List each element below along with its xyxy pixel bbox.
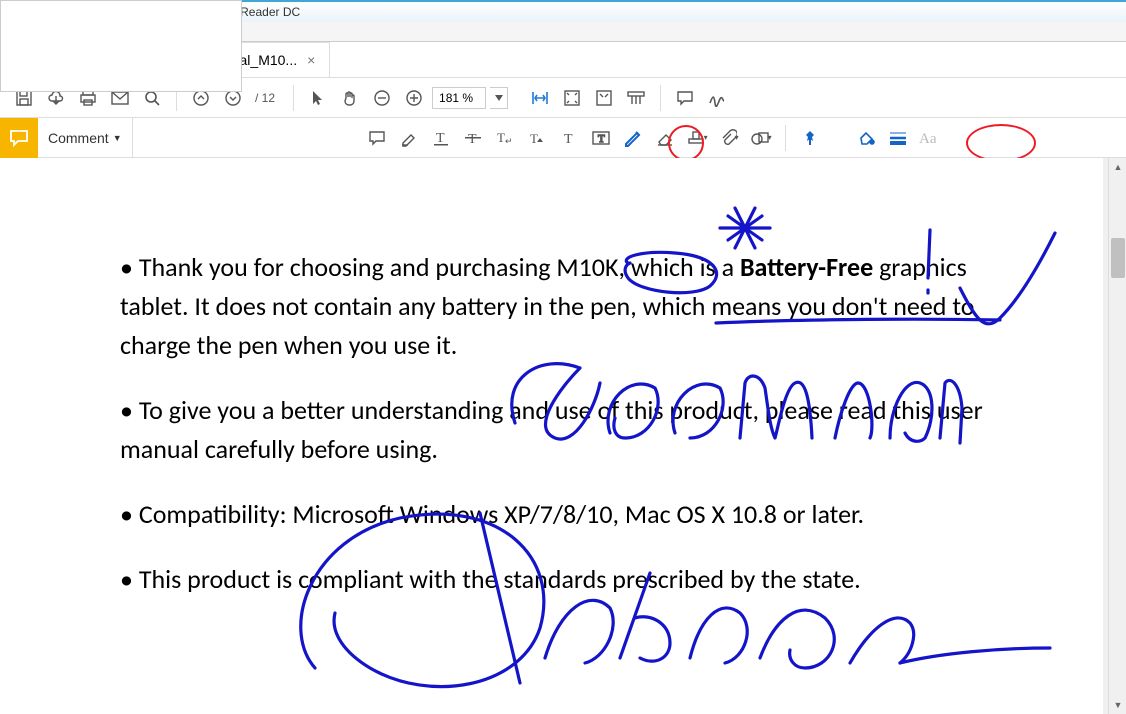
shapes-icon[interactable]: ▾ bbox=[747, 124, 775, 152]
zoom-in-icon[interactable] bbox=[400, 84, 428, 112]
paragraph-4: • This product is compliant with the sta… bbox=[120, 560, 983, 599]
insert-text-icon[interactable]: T bbox=[523, 124, 551, 152]
svg-text:T: T bbox=[530, 131, 538, 146]
document-area[interactable]: • Thank you for choosing and purchasing … bbox=[0, 158, 1126, 714]
comment-toolbar: Comment▼ T T T↵ T T T ▾ ▾ ▾ Aa bbox=[0, 118, 1126, 158]
close-icon[interactable]: × bbox=[307, 52, 315, 68]
svg-text:T: T bbox=[564, 132, 573, 147]
fit-width-icon[interactable] bbox=[526, 84, 554, 112]
svg-text:T: T bbox=[598, 133, 605, 145]
strikethrough-icon[interactable]: T bbox=[459, 124, 487, 152]
paragraph-1: • Thank you for choosing and purchasing … bbox=[120, 248, 983, 365]
paragraph-2: • To give you a better understanding and… bbox=[120, 391, 983, 469]
underline-text-icon[interactable]: T bbox=[427, 124, 455, 152]
pointer-icon[interactable] bbox=[304, 84, 332, 112]
hand-icon[interactable] bbox=[336, 84, 364, 112]
fill-color-icon[interactable] bbox=[852, 124, 880, 152]
paragraph-3: • Compatibility: Microsoft Windows XP/7/… bbox=[120, 495, 983, 534]
scroll-up-icon[interactable]: ▲ bbox=[1109, 158, 1126, 176]
page-number-input[interactable] bbox=[0, 0, 242, 92]
annotation-circle-3 bbox=[668, 125, 704, 161]
scrollbar-thumb[interactable] bbox=[1111, 238, 1125, 278]
zoom-out-icon[interactable] bbox=[368, 84, 396, 112]
vertical-scrollbar[interactable]: ▲ ▼ bbox=[1108, 158, 1126, 714]
highlight-icon[interactable] bbox=[395, 124, 423, 152]
line-thickness-icon[interactable] bbox=[884, 124, 912, 152]
comment-panel-icon[interactable] bbox=[0, 118, 38, 158]
read-mode-icon[interactable] bbox=[622, 84, 650, 112]
page-total: / 12 bbox=[255, 91, 275, 105]
svg-text:T: T bbox=[497, 130, 505, 145]
comment-dropdown[interactable]: Comment▼ bbox=[38, 118, 133, 158]
sticky-note-icon[interactable] bbox=[363, 124, 391, 152]
annotation-circle-4 bbox=[966, 124, 1036, 162]
font-settings-icon[interactable]: Aa bbox=[916, 124, 944, 152]
svg-text:↵: ↵ bbox=[505, 136, 513, 146]
replace-text-icon[interactable]: T↵ bbox=[491, 124, 519, 152]
scroll-down-icon[interactable]: ▼ bbox=[1109, 696, 1126, 714]
zoom-dropdown[interactable] bbox=[490, 87, 508, 109]
pin-icon[interactable] bbox=[796, 124, 824, 152]
svg-text:T: T bbox=[436, 131, 445, 146]
fit-page-icon[interactable] bbox=[558, 84, 586, 112]
pencil-draw-icon[interactable] bbox=[619, 124, 647, 152]
main-toolbar: / 12 bbox=[0, 78, 1126, 118]
svg-text:T: T bbox=[468, 132, 477, 147]
svg-text:Aa: Aa bbox=[919, 131, 937, 147]
fullscreen-icon[interactable] bbox=[590, 84, 618, 112]
attach-file-icon[interactable]: ▾ bbox=[715, 124, 743, 152]
sign-icon[interactable] bbox=[703, 84, 731, 112]
zoom-input[interactable] bbox=[432, 87, 486, 109]
comment-bubble-icon[interactable] bbox=[671, 84, 699, 112]
add-text-icon[interactable]: T bbox=[555, 124, 583, 152]
document-page: • Thank you for choosing and purchasing … bbox=[0, 158, 1103, 714]
textbox-icon[interactable]: T bbox=[587, 124, 615, 152]
